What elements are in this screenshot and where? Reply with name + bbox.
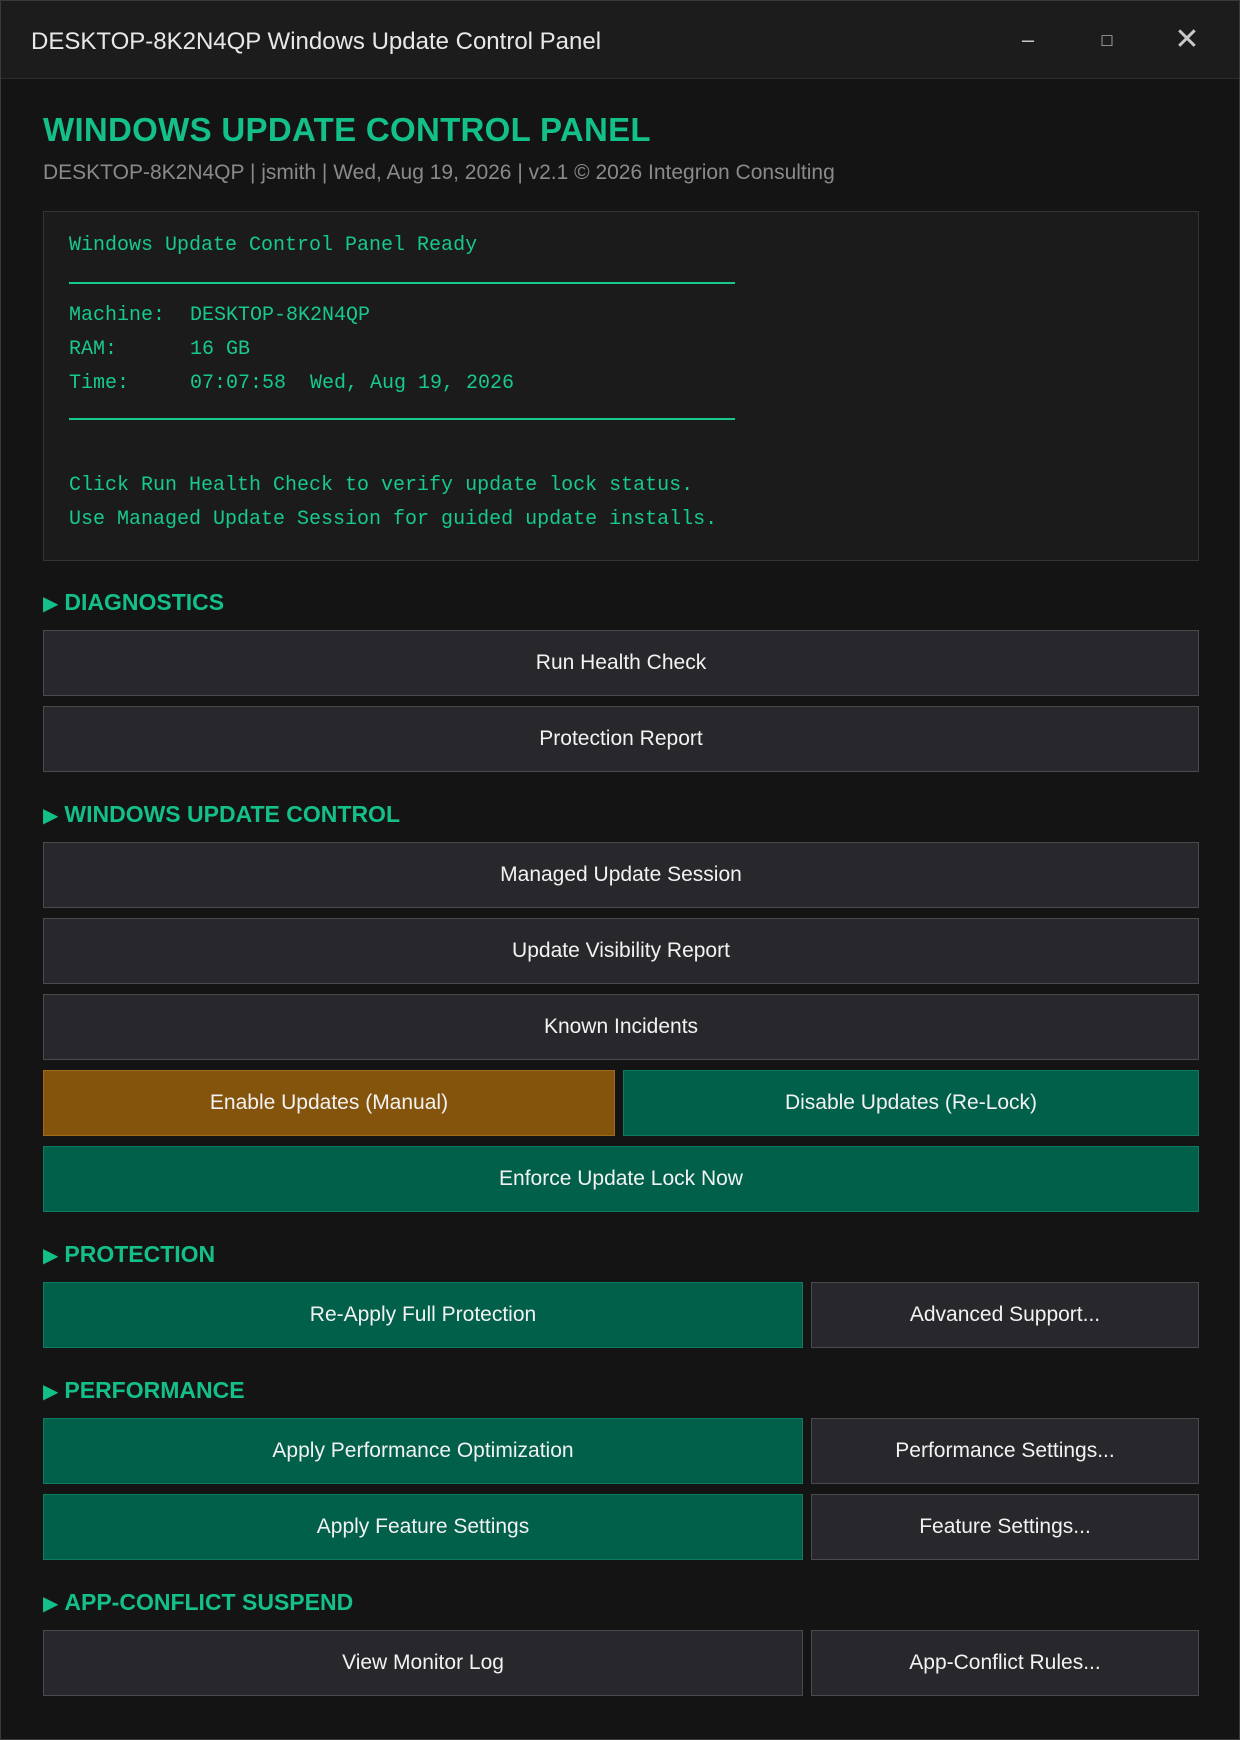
console-machine-row: Machine: DESKTOP-8K2N4QP: [69, 304, 370, 327]
apply-feature-settings-button[interactable]: Apply Feature Settings: [43, 1494, 803, 1560]
time-label: Time:: [69, 372, 130, 395]
triangle-right-icon: ▶: [43, 593, 59, 615]
ram-value: 16 GB: [190, 338, 251, 361]
window-title: DESKTOP-8K2N4QP Windows Update Control P…: [31, 28, 602, 55]
disable-updates-button[interactable]: Disable Updates (Re-Lock): [623, 1070, 1199, 1136]
protection-report-button[interactable]: Protection Report: [43, 706, 1199, 772]
section-header-performance: ▶ PERFORMANCE: [43, 1377, 245, 1403]
page-subtitle: DESKTOP-8K2N4QP | jsmith | Wed, Aug 19, …: [43, 161, 835, 184]
status-console: Windows Update Control Panel Ready Machi…: [43, 211, 1199, 561]
console-ram-row: RAM: 16 GB: [69, 338, 250, 361]
maximize-icon[interactable]: □: [1072, 1, 1142, 79]
feature-settings-button[interactable]: Feature Settings...: [811, 1494, 1199, 1560]
title-bar[interactable]: DESKTOP-8K2N4QP Windows Update Control P…: [1, 1, 1239, 79]
machine-label: Machine:: [69, 304, 166, 327]
triangle-right-icon: ▶: [43, 805, 59, 827]
time-value: 07:07:58 Wed, Aug 19, 2026: [190, 372, 515, 395]
console-status: Windows Update Control Panel Ready: [69, 234, 478, 257]
console-divider: [69, 418, 735, 420]
app-conflict-rules-button[interactable]: App-Conflict Rules...: [811, 1630, 1199, 1696]
enforce-update-lock-button[interactable]: Enforce Update Lock Now: [43, 1146, 1199, 1212]
view-monitor-log-button[interactable]: View Monitor Log: [43, 1630, 803, 1696]
apply-performance-optimization-button[interactable]: Apply Performance Optimization: [43, 1418, 803, 1484]
advanced-support-button[interactable]: Advanced Support...: [811, 1282, 1199, 1348]
known-incidents-button[interactable]: Known Incidents: [43, 994, 1199, 1060]
ram-label: RAM:: [69, 338, 118, 361]
section-header-app-conflict: ▶ APP-CONFLICT SUSPEND: [43, 1589, 354, 1615]
console-divider: [69, 282, 735, 284]
console-hint: Click Run Health Check to verify update …: [69, 474, 694, 497]
close-icon[interactable]: ✕: [1152, 1, 1222, 79]
triangle-right-icon: ▶: [43, 1381, 59, 1403]
minimize-icon[interactable]: –: [993, 1, 1063, 79]
performance-settings-button[interactable]: Performance Settings...: [811, 1418, 1199, 1484]
section-header-update-control: ▶ WINDOWS UPDATE CONTROL: [43, 801, 400, 827]
run-health-check-button[interactable]: Run Health Check: [43, 630, 1199, 696]
app-window: DESKTOP-8K2N4QP Windows Update Control P…: [0, 0, 1240, 1740]
console-time-row: Time: 07:07:58 Wed, Aug 19, 2026: [69, 372, 514, 395]
machine-value: DESKTOP-8K2N4QP: [190, 304, 371, 327]
managed-update-session-button[interactable]: Managed Update Session: [43, 842, 1199, 908]
enable-updates-button[interactable]: Enable Updates (Manual): [43, 1070, 615, 1136]
console-hint: Use Managed Update Session for guided up…: [69, 508, 718, 531]
section-header-diagnostics: ▶ DIAGNOSTICS: [43, 589, 225, 615]
reapply-protection-button[interactable]: Re-Apply Full Protection: [43, 1282, 803, 1348]
triangle-right-icon: ▶: [43, 1245, 59, 1267]
section-header-protection: ▶ PROTECTION: [43, 1241, 216, 1267]
triangle-right-icon: ▶: [43, 1593, 59, 1615]
page-title: WINDOWS UPDATE CONTROL PANEL: [43, 111, 651, 148]
update-visibility-report-button[interactable]: Update Visibility Report: [43, 918, 1199, 984]
